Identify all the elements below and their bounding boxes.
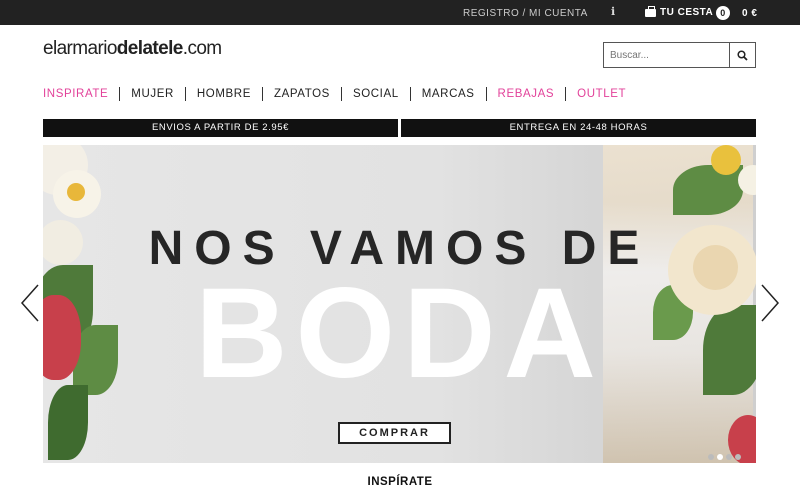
logo-part-1: elarmario xyxy=(43,38,117,59)
search-button[interactable] xyxy=(729,43,755,67)
section-title: INSPÍRATE xyxy=(367,476,433,488)
shopping-bag-icon xyxy=(645,5,656,17)
nav-item-marcas[interactable]: MARCAS xyxy=(409,87,486,101)
flower-decoration xyxy=(67,183,85,201)
nav-item-social[interactable]: SOCIAL xyxy=(340,87,410,101)
carousel-dot[interactable] xyxy=(735,454,741,460)
register-account-link[interactable]: REGISTRO / MI CUENTA xyxy=(463,8,588,19)
nav-item-inspirate[interactable]: INSPIRATE xyxy=(43,87,119,101)
cart-count-badge: 0 xyxy=(716,6,730,20)
carousel-dot[interactable] xyxy=(708,454,714,460)
carousel-dot-active[interactable] xyxy=(717,454,723,460)
hero-title: BODA xyxy=(195,262,604,405)
search-box xyxy=(603,42,756,68)
cart-total: 0 € xyxy=(742,8,758,19)
main-nav: INSPIRATE MUJER HOMBRE ZAPATOS SOCIAL MA… xyxy=(43,87,637,101)
search-icon xyxy=(737,49,748,61)
delivery-banner: ENTREGA EN 24-48 HORAS xyxy=(401,119,756,137)
logo-part-3: .com xyxy=(182,38,222,59)
carousel-dots xyxy=(708,454,741,460)
chevron-left-icon[interactable] xyxy=(20,283,40,323)
carousel-dot[interactable] xyxy=(726,454,732,460)
nav-item-hombre[interactable]: HOMBRE xyxy=(184,87,262,101)
cart-button[interactable]: TU CESTA xyxy=(645,5,714,18)
buy-button[interactable]: COMPRAR xyxy=(338,422,451,444)
logo-part-2: delatele xyxy=(116,38,184,59)
nav-item-mujer[interactable]: MUJER xyxy=(119,87,185,101)
site-logo[interactable]: elarmariodelatele.com xyxy=(43,38,222,60)
chevron-right-icon[interactable] xyxy=(760,283,780,323)
info-icon[interactable]: ℹ xyxy=(611,5,616,18)
shipping-banner: ENVIOS A PARTIR DE 2.95€ xyxy=(43,119,398,137)
nav-item-zapatos[interactable]: ZAPATOS xyxy=(261,87,341,101)
search-input[interactable] xyxy=(604,43,729,67)
hero-banner[interactable]: NOS VAMOS DE BODA COMPRAR xyxy=(43,145,756,463)
top-bar: REGISTRO / MI CUENTA ℹ TU CESTA 0 0 € xyxy=(0,0,800,25)
flower-decoration xyxy=(711,145,741,175)
cart-label: TU CESTA xyxy=(660,7,714,18)
nav-item-rebajas[interactable]: REBAJAS xyxy=(485,87,566,101)
nav-item-outlet[interactable]: OUTLET xyxy=(565,87,637,101)
